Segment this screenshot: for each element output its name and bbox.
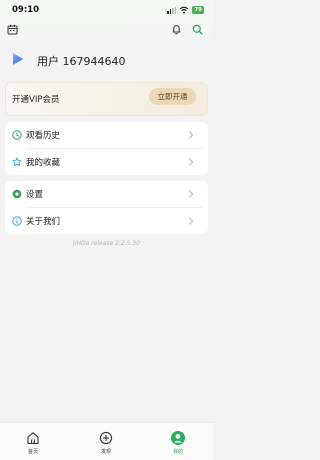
status-time: 09:10: [12, 5, 40, 15]
vip-open-button[interactable]: 立即开通: [149, 88, 196, 105]
chevron-right-icon: [189, 158, 194, 166]
gear-icon: [12, 189, 22, 199]
menu-card-settings-about: 设置 关于我们: [5, 181, 208, 234]
menu-item-settings[interactable]: 设置: [5, 181, 208, 207]
status-bar: 09:10 79: [0, 0, 213, 20]
discover-icon: [99, 431, 113, 445]
home-icon: [27, 432, 39, 444]
tab-label: 发现: [100, 449, 111, 455]
menu-item-favorites[interactable]: 我的收藏: [5, 149, 208, 175]
clock-icon: [12, 130, 22, 140]
app-logo-icon: [13, 53, 23, 65]
chevron-right-icon: [189, 217, 194, 225]
tab-label: 我的: [172, 449, 183, 455]
tab-discover[interactable]: 发现: [76, 423, 136, 460]
bell-icon[interactable]: [171, 24, 182, 35]
info-icon: [12, 216, 22, 226]
bottom-tab-bar: 首页 发现 我的: [0, 422, 213, 460]
menu-item-history[interactable]: 观看历史: [5, 122, 208, 148]
menu-item-label: 关于我们: [26, 217, 61, 227]
wifi-icon: [179, 6, 189, 14]
menu-item-label: 观看历史: [26, 131, 61, 141]
star-icon: [12, 157, 22, 167]
menu-card-history-favorites: 观看历史 我的收藏: [5, 122, 208, 175]
vip-label: 开通VIP会员: [12, 95, 60, 105]
tab-home[interactable]: 首页: [3, 423, 63, 460]
calendar-icon[interactable]: [7, 24, 18, 35]
tab-label: 首页: [27, 449, 38, 455]
tab-profile[interactable]: 我的: [148, 423, 208, 460]
version-text: JiHDa release 2.2.5.30: [73, 240, 140, 247]
menu-item-about[interactable]: 关于我们: [5, 208, 208, 234]
top-bar: [0, 20, 213, 42]
menu-item-label: 我的收藏: [26, 158, 61, 168]
chevron-right-icon: [189, 131, 194, 139]
search-icon[interactable]: [192, 24, 203, 35]
signal-icon: [166, 6, 177, 14]
chevron-right-icon: [189, 190, 194, 198]
profile-icon: [171, 431, 185, 445]
menu-item-label: 设置: [26, 190, 44, 200]
status-icons: 79: [166, 6, 204, 14]
battery-indicator: 79: [192, 6, 204, 14]
user-name[interactable]: 用户 167944640: [37, 53, 125, 69]
